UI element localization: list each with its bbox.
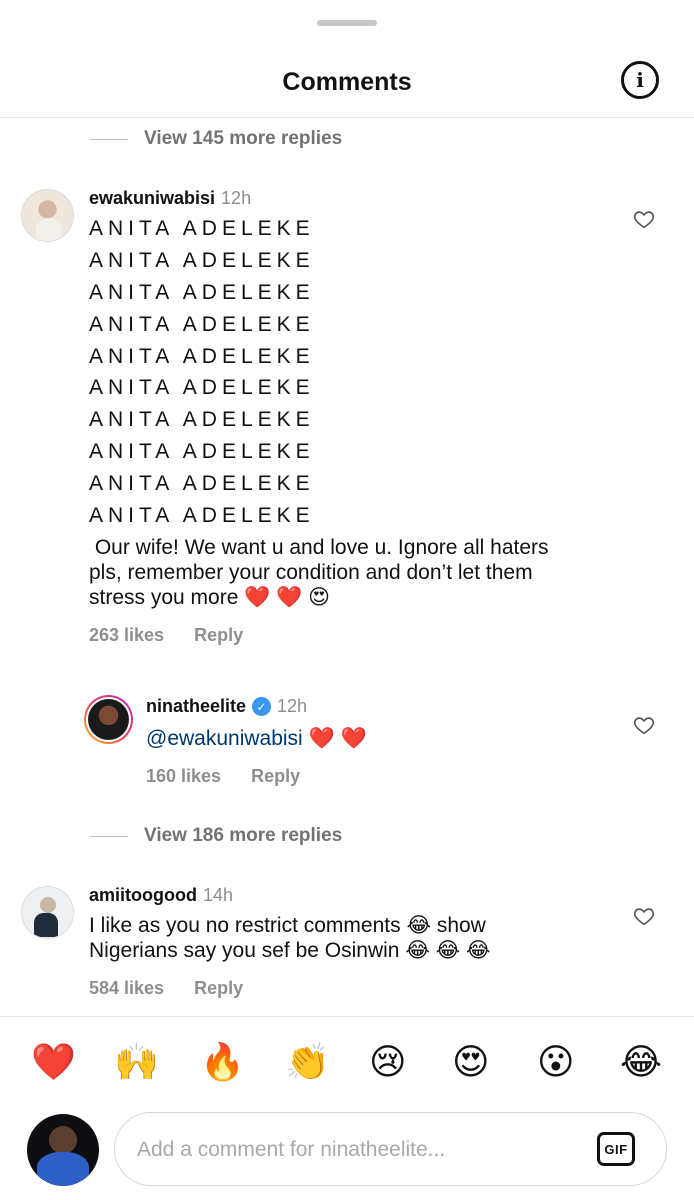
reply-button[interactable]: Reply bbox=[194, 978, 243, 999]
comment-line: ANITA ADELEKE bbox=[89, 504, 315, 527]
avatar[interactable] bbox=[21, 886, 74, 939]
comment-body-line: I like as you no restrict comments 😂 sho… bbox=[89, 914, 486, 937]
comment-line: ANITA ADELEKE bbox=[89, 313, 315, 336]
reply-body: @ewakuniwabisi ❤️ ❤️ bbox=[146, 726, 367, 752]
current-user-avatar[interactable] bbox=[27, 1114, 99, 1186]
mention-link[interactable]: @ewakuniwabisi bbox=[146, 727, 303, 750]
comment-body-line: stress you more ❤️ ❤️ 😍 bbox=[89, 586, 331, 609]
comment-meta: 160 likes Reply bbox=[146, 766, 300, 787]
gif-button[interactable]: GIF bbox=[597, 1132, 635, 1166]
username[interactable]: ewakuniwabisi bbox=[89, 188, 215, 209]
verified-badge-icon: ✓ bbox=[252, 697, 272, 716]
emoji-raising-hands[interactable]: 🙌 bbox=[114, 1038, 159, 1088]
timestamp: 14h bbox=[202, 885, 234, 905]
comment-line: ANITA ADELEKE bbox=[89, 440, 315, 463]
info-icon[interactable]: i bbox=[621, 61, 659, 99]
comment-meta: 584 likes Reply bbox=[89, 978, 243, 999]
comment-body-line: pls, remember your condition and don’t l… bbox=[89, 561, 533, 584]
comment-line: ANITA ADELEKE bbox=[89, 281, 315, 304]
like-heart-icon[interactable] bbox=[633, 208, 655, 230]
avatar[interactable] bbox=[84, 695, 133, 744]
like-count[interactable]: 263 likes bbox=[89, 625, 164, 646]
emoji-clapping-hands[interactable]: 👏 bbox=[285, 1038, 330, 1088]
comment-input[interactable]: Add a comment for ninatheelite... GIF bbox=[114, 1112, 667, 1186]
view-more-replies-button[interactable]: View 186 more replies bbox=[90, 825, 342, 847]
emoji-surprised-face[interactable]: 😮 bbox=[537, 1038, 575, 1088]
comment-line: ANITA ADELEKE bbox=[89, 408, 315, 431]
emoji-quick-bar: ❤️ 🙌 🔥 👏 😢 😍 😮 😂 bbox=[0, 1038, 694, 1088]
comment-line: ANITA ADELEKE bbox=[89, 376, 315, 399]
timestamp: 12h bbox=[221, 188, 252, 208]
reply-divider-line bbox=[90, 835, 128, 837]
emoji-heart-eyes[interactable]: 😍 bbox=[452, 1038, 490, 1088]
comment-line: ANITA ADELEKE bbox=[89, 249, 315, 272]
sheet-grab-handle[interactable] bbox=[317, 20, 377, 26]
comment-input-placeholder: Add a comment for ninatheelite... bbox=[137, 1138, 446, 1161]
username[interactable]: ninatheelite bbox=[146, 696, 246, 717]
view-more-replies-button[interactable]: View 145 more replies bbox=[90, 128, 342, 150]
view-more-replies-label: View 186 more replies bbox=[144, 825, 343, 846]
composer-divider bbox=[0, 1016, 694, 1017]
page-title: Comments bbox=[282, 68, 412, 96]
reply-button[interactable]: Reply bbox=[194, 625, 243, 646]
like-heart-icon[interactable] bbox=[633, 714, 655, 736]
emoji-tears-of-joy[interactable]: 😂 bbox=[620, 1038, 662, 1088]
emoji-red-heart[interactable]: ❤️ bbox=[31, 1038, 76, 1088]
reply-button[interactable]: Reply bbox=[251, 766, 300, 787]
like-count[interactable]: 584 likes bbox=[89, 978, 164, 999]
comment-meta: 263 likes Reply bbox=[89, 625, 243, 646]
username[interactable]: amiitoogood bbox=[89, 885, 197, 906]
reply-divider-line bbox=[90, 138, 128, 140]
comment-line: ANITA ADELEKE bbox=[89, 217, 315, 240]
comment-author[interactable]: ninatheelite ✓ 12h bbox=[146, 696, 307, 717]
like-heart-icon[interactable] bbox=[633, 905, 655, 927]
reply-text: ❤️ ❤️ bbox=[302, 727, 367, 750]
comment-line: ANITA ADELEKE bbox=[89, 472, 315, 495]
avatar[interactable] bbox=[21, 189, 74, 242]
comment-author[interactable]: ewakuniwabisi 12h bbox=[89, 188, 251, 209]
like-count[interactable]: 160 likes bbox=[146, 766, 221, 787]
comment-line: ANITA ADELEKE bbox=[89, 345, 315, 368]
comments-header: Comments i bbox=[0, 40, 694, 118]
emoji-fire[interactable]: 🔥 bbox=[200, 1038, 245, 1088]
view-more-replies-label: View 145 more replies bbox=[144, 128, 343, 149]
timestamp: 12h bbox=[277, 696, 308, 716]
comment-body-line: Nigerians say you sef be Osinwin 😂 😂 😂 bbox=[89, 939, 491, 962]
comment-author[interactable]: amiitoogood 14h bbox=[89, 885, 233, 906]
emoji-crying-face[interactable]: 😢 bbox=[369, 1038, 407, 1088]
comment-body-line: Our wife! We want u and love u. Ignore a… bbox=[89, 536, 549, 559]
